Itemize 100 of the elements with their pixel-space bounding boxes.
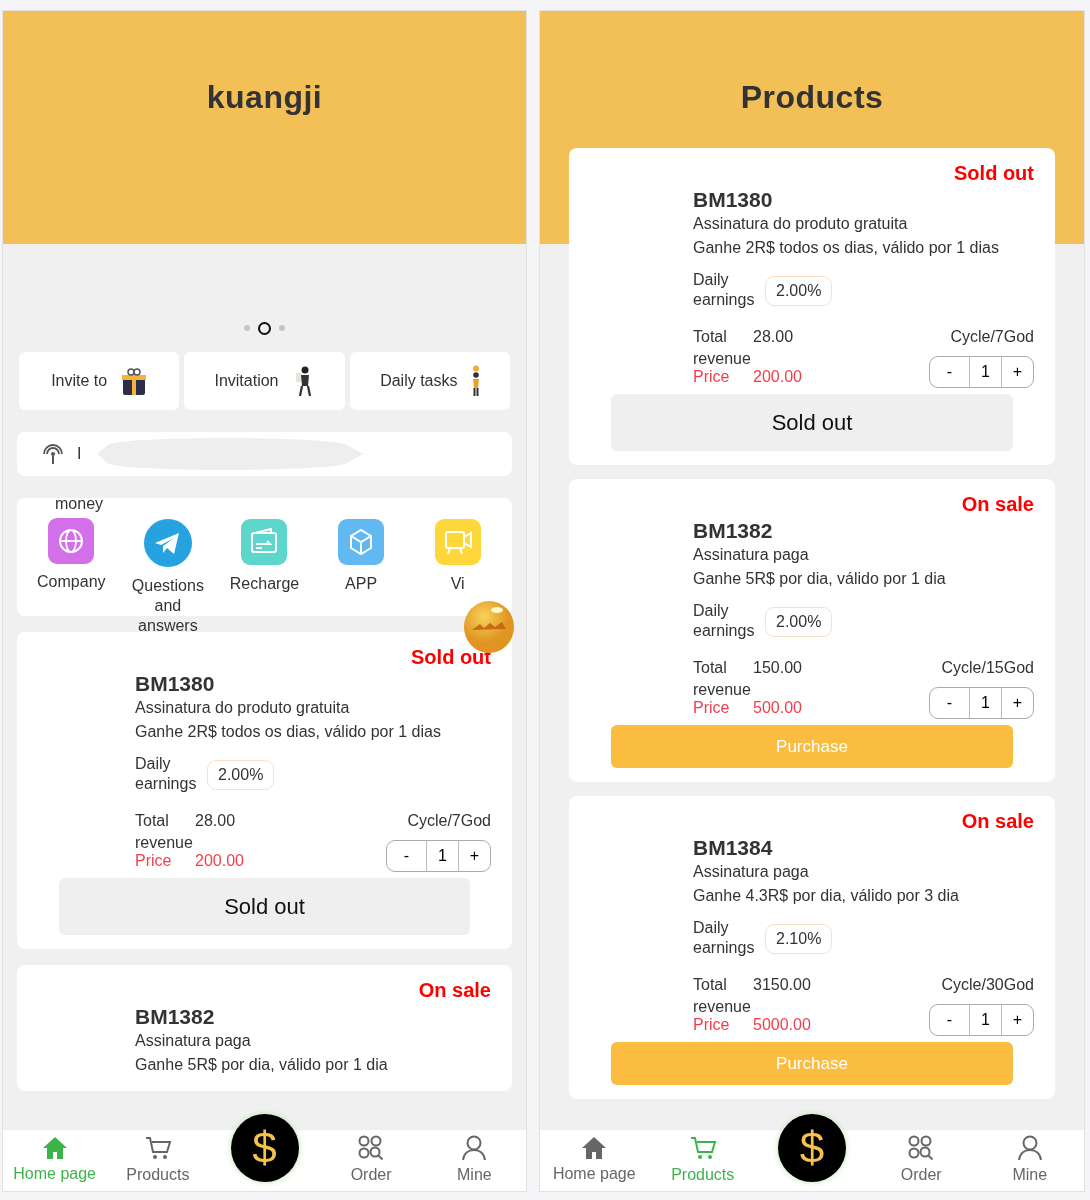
nav-tab[interactable]: Products — [106, 1134, 210, 1187]
home-icon — [41, 1135, 68, 1160]
antenna-icon — [43, 444, 63, 464]
product-name: BM1382 — [135, 1005, 216, 1029]
plus-button[interactable]: + — [1001, 1005, 1033, 1035]
wallet-icon — [241, 518, 288, 566]
caption-text: money — [55, 494, 104, 514]
quick-link-label: Daily tasks — [380, 371, 458, 391]
rate-pill: 2.00% — [207, 760, 275, 790]
video-camera-icon — [434, 518, 481, 566]
rate-pill: 2.00% — [765, 276, 833, 306]
person-icon — [471, 365, 480, 397]
quantity-field[interactable]: 1 — [969, 688, 1002, 718]
minus-button[interactable]: - — [387, 841, 427, 871]
grid-search-icon — [358, 1134, 385, 1161]
total-revenue-value: 28.00 — [753, 327, 794, 347]
shortcut-label: APP — [345, 574, 378, 594]
total-revenue-value: 28.00 — [195, 811, 236, 831]
nav-tab[interactable]: Order — [319, 1134, 423, 1187]
plus-button[interactable]: + — [1001, 357, 1033, 387]
shortcut-label: Recharge — [229, 574, 300, 594]
total-revenue-label: Total revenue — [693, 327, 752, 369]
total-revenue-value: 150.00 — [753, 658, 802, 678]
nav-label: Order — [350, 1164, 392, 1185]
product-description: Ganhe 5R$ por dia, válido por 1 dia — [135, 1055, 389, 1075]
price-value: 200.00 — [195, 851, 244, 871]
price-value: 200.00 — [753, 367, 802, 387]
product-subtitle: Assinatura paga — [693, 862, 810, 882]
price-label: Price — [135, 851, 173, 871]
minus-button[interactable]: - — [930, 357, 970, 387]
person-icon — [461, 1134, 488, 1161]
product-subtitle: Assinatura paga — [693, 545, 810, 565]
product-subtitle: Assinatura do produto gratuita — [135, 698, 351, 718]
home-icon — [581, 1135, 608, 1160]
minus-button[interactable]: - — [930, 688, 970, 718]
price-value: 500.00 — [753, 698, 802, 718]
quantity-field[interactable]: 1 — [969, 357, 1002, 387]
gift-icon — [121, 366, 148, 396]
page-title: Products — [740, 78, 884, 113]
cycle-label: Cycle/15God — [941, 658, 1034, 678]
price-value: 5000.00 — [753, 1015, 811, 1035]
nav-tab[interactable]: Mine — [975, 1134, 1084, 1187]
total-revenue-label: Total revenue — [135, 811, 194, 853]
product-description: Ganhe 2R$ todos os dias, válido por 1 dias — [135, 722, 442, 742]
carousel-dot[interactable] — [244, 325, 250, 331]
plus-button[interactable]: + — [458, 841, 490, 871]
quick-link[interactable]: Daily tasks — [349, 352, 510, 410]
price-label: Price — [693, 367, 731, 387]
rate-pill: 2.00% — [765, 607, 833, 637]
shortcut-label: Vi — [450, 574, 465, 594]
price-label: Price — [693, 698, 731, 718]
carousel-dot[interactable] — [279, 325, 285, 331]
quantity-field[interactable]: 1 — [969, 1005, 1002, 1035]
nav-label: Products — [126, 1164, 190, 1185]
product-name: BM1380 — [693, 188, 774, 212]
product-subtitle: Assinatura do produto gratuita — [693, 214, 909, 234]
cycle-label: Cycle/7God — [407, 811, 491, 831]
shortcut-label: Questions and answers — [130, 576, 205, 636]
nav-label: Mine — [1012, 1164, 1048, 1185]
plus-button[interactable]: + — [1001, 688, 1033, 718]
total-revenue-label: Total revenue — [693, 658, 752, 700]
status-label: Sold out — [411, 646, 491, 668]
quick-link[interactable]: Invite to — [19, 352, 180, 410]
quick-link-label: Invitation — [214, 371, 279, 391]
nav-label: Order — [900, 1164, 942, 1185]
globe-icon — [48, 518, 95, 564]
paper-plane-icon — [142, 518, 193, 568]
product-description: Ganhe 5R$ por dia, válido por 1 dia — [693, 569, 947, 589]
dollar-button[interactable]: $ — [230, 1114, 299, 1182]
nav-tab[interactable]: Home page — [540, 1135, 649, 1186]
dollar-button[interactable]: $ — [778, 1114, 846, 1182]
status-label: On sale — [961, 810, 1034, 832]
nav-label: Mine — [457, 1164, 492, 1185]
nav-label: Home page — [13, 1163, 96, 1184]
daily-earnings-label: Daily earnings — [693, 601, 756, 641]
product-name: BM1380 — [135, 672, 216, 696]
person-icon — [1016, 1134, 1043, 1161]
status-label: Sold out — [954, 162, 1034, 184]
minus-button[interactable]: - — [930, 1005, 970, 1035]
quantity-field[interactable]: 1 — [426, 841, 459, 871]
quick-link[interactable]: Invitation — [184, 352, 345, 410]
product-description: Ganhe 2R$ todos os dias, válido por 1 dias — [693, 238, 1000, 258]
notice-text: I — [77, 444, 82, 464]
nav-tab[interactable]: Order — [867, 1134, 976, 1187]
nav-label: Products — [671, 1164, 735, 1185]
daily-earnings-label: Daily earnings — [693, 918, 756, 958]
cycle-label: Cycle/30God — [941, 975, 1034, 995]
total-revenue-value: 3150.00 — [753, 975, 811, 995]
grid-search-icon — [908, 1134, 935, 1161]
shortcut-label: Company — [37, 572, 106, 592]
page-title: kuangji — [206, 78, 323, 113]
product-description: Ganhe 4.3R$ por dia, válido por 3 dia — [693, 886, 960, 906]
quick-link-label: Invite to — [51, 371, 108, 391]
status-label: On sale — [961, 493, 1034, 515]
cart-icon — [143, 1134, 172, 1161]
cycle-label: Cycle/7God — [950, 327, 1034, 347]
carousel-dot[interactable] — [258, 321, 271, 335]
nav-tab[interactable]: Mine — [422, 1134, 526, 1187]
product-name: BM1382 — [693, 519, 774, 543]
daily-earnings-label: Daily earnings — [693, 270, 756, 310]
